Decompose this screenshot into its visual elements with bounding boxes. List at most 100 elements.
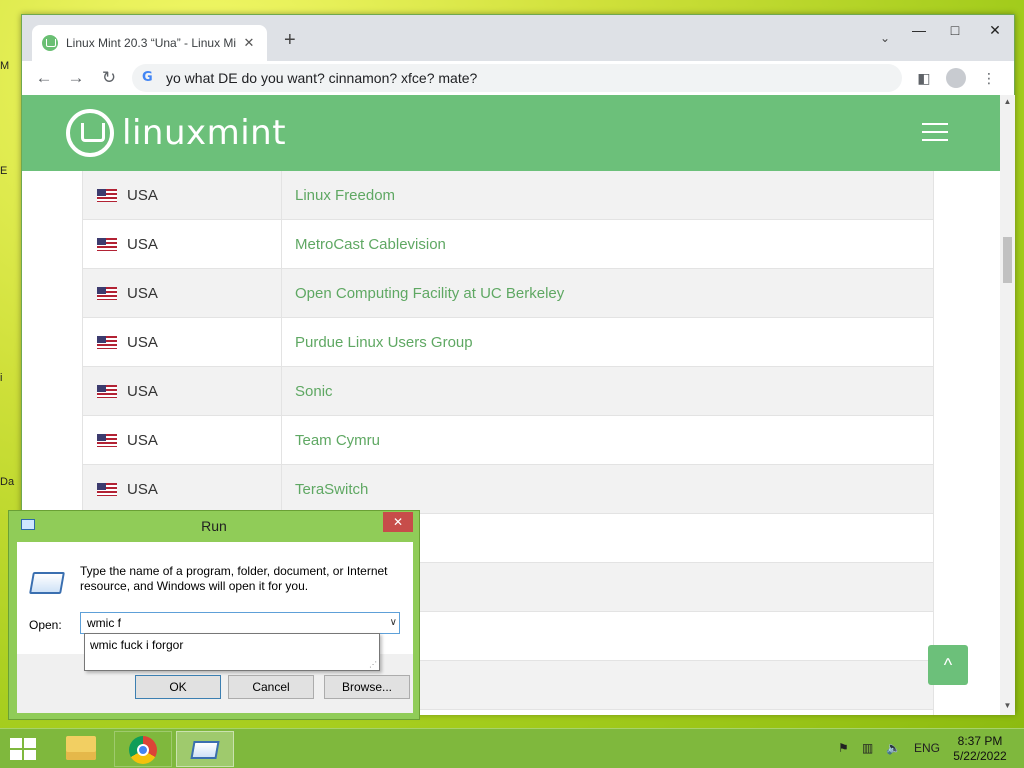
cancel-button[interactable]: Cancel [228,675,314,699]
autocomplete-dropdown[interactable]: wmic fuck i forgor ⋰ [84,633,380,671]
browser-titlebar: Linux Mint 20.3 “Una” - Linux Mi ✕ + ⌄ —… [22,15,1014,61]
reload-button[interactable]: ↻ [98,67,120,89]
address-bar-text: yo what DE do you want? cinnamon? xfce? … [166,70,478,86]
usa-flag-icon [97,286,117,300]
usa-flag-icon [97,237,117,251]
table-row: USA Team Cymru [82,416,934,465]
run-icon [190,741,220,759]
run-open-input[interactable]: wmic f ∨ [80,612,400,634]
hamburger-menu-icon[interactable] [922,123,948,143]
tab-search-icon[interactable]: ⌄ [880,31,890,45]
desktop-icon-label: E [0,165,8,177]
mirror-link[interactable]: Team Cymru [282,416,934,464]
usa-flag-icon [97,482,117,496]
table-row: USA Purdue Linux Users Group [82,318,934,367]
open-label: Open: [29,618,62,632]
country-cell: USA [82,220,282,268]
page-scrollbar[interactable]: ▲ ▼ [1000,95,1015,715]
linuxmint-logo-icon [66,109,114,157]
mirror-link[interactable]: Sonic [282,367,934,415]
new-tab-button[interactable]: + [284,29,296,52]
close-button[interactable]: ✕ [980,20,1010,40]
country-cell: USA [82,416,282,464]
minimize-button[interactable]: — [904,20,934,40]
run-description: Type the name of a program, folder, docu… [80,564,388,593]
browse-button[interactable]: Browse... [324,675,410,699]
run-dialog-title: Run [201,518,227,534]
usa-flag-icon [97,433,117,447]
google-icon: G [142,70,153,85]
scroll-thumb[interactable] [1003,237,1012,283]
mirror-link[interactable]: Linux Freedom [282,171,934,219]
mirror-link[interactable]: MetroCast Cablevision [282,220,934,268]
usa-flag-icon [97,384,117,398]
taskbar-chrome[interactable] [114,731,172,767]
run-close-button[interactable]: ✕ [383,512,413,532]
logo-text: linuxmint [122,113,287,153]
back-button[interactable]: ← [33,67,55,89]
table-row: USA Sonic [82,367,934,416]
linuxmint-logo[interactable]: linuxmint [66,109,286,157]
side-panel-icon[interactable]: ◧ [914,68,934,88]
mirror-link[interactable]: Purdue Linux Users Group [282,318,934,366]
browser-tab[interactable]: Linux Mint 20.3 “Una” - Linux Mi ✕ [32,25,267,61]
clock[interactable]: 8:37 PM 5/22/2022 [944,734,1016,764]
site-header: linuxmint [22,95,1000,171]
country-name: USA [127,431,158,449]
desktop-icon-label: i [0,372,3,384]
scroll-down-icon[interactable]: ▼ [1002,701,1013,710]
desktop-icon-label: M [0,60,10,72]
country-cell: USA [82,367,282,415]
language-indicator[interactable]: ENG [914,741,940,755]
run-dialog-body: Type the name of a program, folder, docu… [17,542,413,713]
run-program-icon [29,572,65,594]
resize-grip-icon[interactable]: ⋰ [369,660,377,669]
autocomplete-item[interactable]: wmic fuck i forgor [90,638,183,652]
chrome-icon [129,736,157,764]
tab-close-icon[interactable]: ✕ [241,35,257,51]
country-cell: USA [82,318,282,366]
table-row: USA Open Computing Facility at UC Berkele… [82,269,934,318]
forward-button[interactable]: → [65,67,87,89]
country-name: USA [127,186,158,204]
chevron-down-icon[interactable]: ∨ [390,613,397,633]
country-cell: USA [82,465,282,513]
back-to-top-button[interactable]: ^ [928,645,968,685]
country-cell: USA [82,171,282,219]
browser-toolbar: ← → ↻ G yo what DE do you want? cinnamon… [22,61,1014,95]
run-dialog: Run ✕ Type the name of a program, folder… [8,510,420,720]
flag-warning-icon[interactable]: ⚑ [838,741,849,755]
run-input-text: wmic f [87,616,121,630]
country-name: USA [127,235,158,253]
taskbar: ⚑ ▥ 🔈 ENG 8:37 PM 5/22/2022 [0,728,1024,768]
country-cell: USA [82,269,282,317]
country-name: USA [127,382,158,400]
browser-menu-icon[interactable]: ⋮ [979,68,999,88]
table-row: USA MetroCast Cablevision [82,220,934,269]
table-row: USA Linux Freedom [82,171,934,220]
desktop-icon-label: Da [0,476,15,488]
country-name: USA [127,333,158,351]
clock-time: 8:37 PM [957,734,1003,748]
mirror-link[interactable]: TeraSwitch [282,465,934,513]
scroll-up-icon[interactable]: ▲ [1002,97,1013,106]
taskbar-file-explorer[interactable] [52,731,110,767]
mirror-link[interactable]: Open Computing Facility at UC Berkeley [282,269,934,317]
profile-avatar-icon[interactable] [946,68,966,88]
volume-muted-icon[interactable]: 🔈 [886,741,901,755]
country-name: USA [127,480,158,498]
taskbar-run[interactable] [176,731,234,767]
address-bar[interactable]: G yo what DE do you want? cinnamon? xfce… [132,64,902,92]
maximize-button[interactable]: □ [940,20,970,40]
table-row: USA TeraSwitch [82,465,934,514]
ok-button[interactable]: OK [135,675,221,699]
clock-date: 5/22/2022 [953,749,1007,763]
country-name: USA [127,284,158,302]
usa-flag-icon [97,335,117,349]
folder-icon [66,736,96,760]
tab-title: Linux Mint 20.3 “Una” - Linux Mi [66,36,237,50]
linuxmint-favicon-icon [42,35,58,51]
network-icon[interactable]: ▥ [862,741,873,755]
start-button[interactable] [10,738,38,760]
usa-flag-icon [97,188,117,202]
